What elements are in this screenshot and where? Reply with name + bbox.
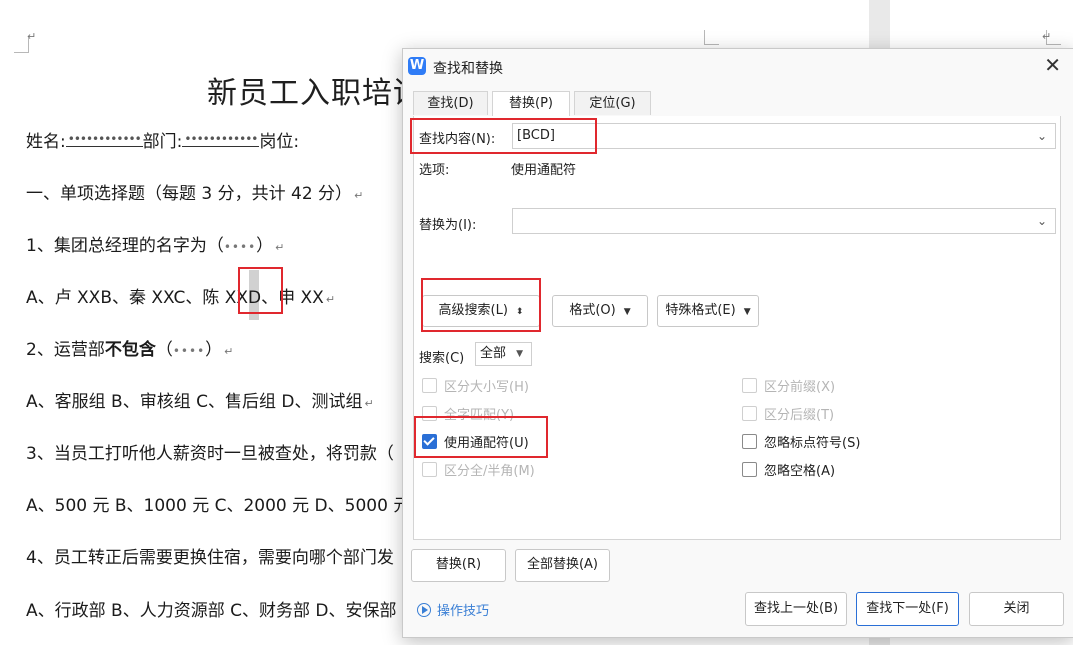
paragraph-mark: ↵ — [354, 189, 364, 202]
answer-blank: •••• — [223, 240, 257, 254]
paragraph-mark: ↵ — [27, 30, 37, 43]
page-corner-mark — [704, 30, 719, 45]
document-title: 新员工入职培训 — [207, 76, 424, 111]
question-3: 3、当员工打听他人薪资时一旦被查处，将罚款（ — [26, 444, 394, 464]
checkbox-label: 忽略空格(A) — [764, 464, 836, 479]
checkbox-label: 忽略标点符号(S) — [764, 436, 861, 451]
checkbox-box — [422, 378, 437, 393]
dept-label: 部门: — [142, 132, 183, 152]
replace-all-button[interactable]: 全部替换(A) — [515, 549, 610, 582]
question-3-options: A、500 元 B、1000 元 C、2000 元 D、5000 元 — [26, 496, 411, 516]
name-label: 姓名: — [26, 132, 66, 152]
match-annotation-box — [238, 267, 283, 314]
dialog-title: 查找和替换 — [433, 61, 503, 77]
checkbox-box — [742, 434, 757, 449]
search-direction-value: 全部 — [480, 346, 507, 361]
caret-down-icon: ▼ — [516, 349, 523, 359]
checkbox-box — [742, 462, 757, 477]
question-1-close: ） — [256, 236, 274, 256]
replace-label: 替换为(I): — [419, 218, 477, 233]
chevron-down-icon[interactable]: ⌄ — [1037, 209, 1047, 233]
checkbox-label: 区分前缀(X) — [764, 380, 836, 395]
paragraph-mark: ↵ — [364, 397, 374, 410]
options-value: 使用通配符 — [511, 163, 577, 178]
find-previous-button[interactable]: 查找上一处(B) — [745, 592, 847, 626]
question-2: 2、运营部不包含（••••） ↵ — [26, 335, 233, 360]
checkbox-label: 区分全/半角(M) — [444, 464, 535, 479]
chevron-down-icon[interactable]: ⌄ — [1037, 124, 1047, 148]
answer-blank: •••• — [172, 344, 206, 358]
options-text: A、客服组 B、审核组 C、售后组 D、测试组 — [26, 392, 363, 412]
question-4: 4、员工转正后需要更换住宿，需要向哪个部门发 — [26, 548, 394, 568]
caret-down-icon: ▼ — [623, 307, 631, 317]
tab-bar: 查找(D) 替换(P) 定位(G) — [413, 91, 1061, 117]
format-button[interactable]: 格式(O) ▼ — [552, 295, 648, 327]
caret-down-icon: ▼ — [743, 307, 751, 317]
checkbox-match-suffix[interactable]: 区分后缀(T) — [742, 406, 834, 424]
search-direction-select[interactable]: 全部 ▼ — [475, 342, 532, 366]
question-1: 1、集团总经理的名字为（••••） ↵ — [26, 231, 284, 256]
question-4-options: A、行政部 B、人力资源部 C、财务部 D、安保部 — [26, 601, 397, 621]
dept-blank: •••••••••••• — [182, 132, 260, 147]
tips-link[interactable]: 操作技巧 — [417, 600, 489, 619]
tab-goto[interactable]: 定位(G) — [574, 91, 651, 115]
paragraph-mark: ↵ — [224, 345, 234, 358]
paragraph-mark: ↵ — [1042, 30, 1052, 43]
section-heading-text: 一、单项选择题（每题 3 分，共计 42 分） — [26, 184, 353, 204]
checkbox-box — [742, 378, 757, 393]
find-next-button[interactable]: 查找下一处(F) — [856, 592, 959, 626]
info-line: 姓名: •••••••••••• 部门: •••••••••••• 岗位: — [26, 127, 299, 152]
close-button[interactable]: 关闭 — [969, 592, 1064, 626]
question-2-close: ） — [205, 340, 223, 360]
checkbox-label: 区分大小写(H) — [444, 380, 529, 395]
replace-input[interactable]: ⌄ — [512, 208, 1056, 234]
play-icon — [417, 603, 431, 617]
checkbox-match-prefix[interactable]: 区分前缀(X) — [742, 378, 835, 396]
close-icon[interactable]: ✕ — [1044, 53, 1061, 77]
search-label: 搜索(C) — [419, 351, 465, 366]
post-label: 岗位: — [259, 132, 300, 152]
checkbox-match-width[interactable]: 区分全/半角(M) — [422, 462, 535, 480]
special-format-label: 特殊格式(E) — [665, 303, 736, 318]
section-heading: 一、单项选择题（每题 3 分，共计 42 分） ↵ — [26, 179, 363, 204]
checkbox-ignore-punctuation[interactable]: 忽略标点符号(S) — [742, 434, 860, 452]
checkbox-box — [422, 462, 437, 477]
checkbox-match-case[interactable]: 区分大小写(H) — [422, 378, 529, 396]
question-2-bold: 不包含 — [104, 340, 156, 360]
wildcard-annotation-box — [414, 416, 548, 458]
advanced-search-annotation-box — [421, 278, 541, 332]
tab-find[interactable]: 查找(D) — [413, 91, 488, 115]
checkbox-label: 区分后缀(T) — [764, 408, 835, 423]
options-label: 选项: — [419, 163, 450, 178]
question-2-options: A、客服组 B、审核组 C、售后组 D、测试组 ↵ — [26, 387, 374, 412]
options-text: A、卢 XXB、秦 XXC、陈 X — [26, 288, 237, 308]
find-annotation-box — [410, 118, 597, 154]
question-1-options: A、卢 XXB、秦 XXC、陈 XXD、申 XX ↵ — [26, 283, 335, 308]
paragraph-mark: ↵ — [325, 293, 336, 306]
special-format-button[interactable]: 特殊格式(E) ▼ — [657, 295, 759, 327]
checkbox-ignore-spaces[interactable]: 忽略空格(A) — [742, 462, 835, 480]
wps-logo-icon: W — [408, 57, 426, 75]
paragraph-mark: ↵ — [275, 241, 285, 254]
question-2-text: 2、运营部 — [26, 340, 105, 360]
question-2-open: （ — [155, 340, 173, 360]
replace-button[interactable]: 替换(R) — [411, 549, 506, 582]
question-1-text: 1、集团总经理的名字为（ — [26, 236, 224, 256]
tab-replace[interactable]: 替换(P) — [492, 91, 570, 117]
name-blank: •••••••••••• — [65, 132, 143, 147]
checkbox-box — [742, 406, 757, 421]
format-label: 格式(O) — [569, 303, 616, 318]
tips-link-label: 操作技巧 — [437, 604, 490, 619]
